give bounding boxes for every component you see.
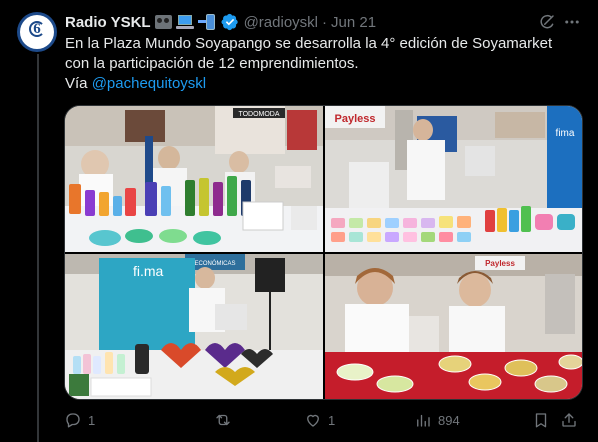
store-sign: Payless (485, 259, 515, 268)
views-count: 894 (438, 412, 460, 428)
media-grid: TODOMODA Payless fima ECONÓMICAS fi.ma P… (64, 105, 583, 400)
tweet-actions: 1 1 894 (64, 408, 584, 432)
store-sign: Payless (335, 113, 376, 125)
banner-text: fima (556, 128, 575, 139)
like-button[interactable]: 1 (304, 408, 335, 432)
reply-button[interactable]: 1 (64, 408, 95, 432)
photo-2[interactable]: Payless fima (325, 106, 582, 252)
views-chart-icon (417, 414, 430, 427)
avatar[interactable]: 6 (17, 12, 57, 52)
photo-3[interactable]: ECONÓMICAS fi.ma (65, 254, 323, 399)
share-icon (562, 413, 576, 427)
like-count: 1 (328, 412, 336, 428)
tweet-text-line: con la participación de 12 emprendimient… (65, 55, 359, 72)
photo-1[interactable]: TODOMODA (65, 106, 323, 252)
mobile-phone-emoji (197, 14, 216, 30)
store-sign: ECONÓMICAS (194, 260, 235, 267)
laptop-emoji (175, 15, 194, 29)
heart-icon (307, 414, 319, 427)
tweet-text: En la Plaza Mundo Soyapango se desarroll… (65, 34, 575, 94)
tweet-text-line: En la Plaza Mundo Soyapango se desarroll… (65, 35, 553, 52)
bookmark-icon (535, 413, 547, 428)
retweet-icon (216, 414, 230, 426)
tweet-header: Radio YSKL @radioyskl · Jun 21 (65, 12, 578, 32)
thread-line (37, 54, 39, 442)
views-button[interactable]: 894 (414, 408, 460, 432)
author-name[interactable]: Radio YSKL (65, 14, 151, 31)
author-handle[interactable]: @radioyskl (244, 14, 318, 31)
retweet-button[interactable] (214, 408, 238, 432)
bookmark-button[interactable] (532, 408, 550, 432)
store-sign: TODOMODA (238, 111, 279, 118)
mention-link[interactable]: @pachequitoyskl (92, 75, 206, 92)
via-label: Vía (65, 75, 92, 92)
reply-count: 1 (88, 412, 96, 428)
more-options-icon[interactable] (563, 13, 581, 31)
reply-icon (66, 413, 80, 428)
header-separator: · (322, 13, 327, 31)
tweet-via-line: Vía @pachequitoyskl (65, 74, 575, 94)
share-button[interactable] (560, 408, 578, 432)
radio-emoji (154, 15, 172, 29)
banner-text: fi.ma (133, 263, 164, 279)
grok-icon[interactable] (538, 13, 556, 31)
verified-badge-icon (221, 13, 238, 31)
tweet-date[interactable]: Jun 21 (331, 14, 376, 31)
photo-4[interactable]: Payless (325, 254, 582, 399)
